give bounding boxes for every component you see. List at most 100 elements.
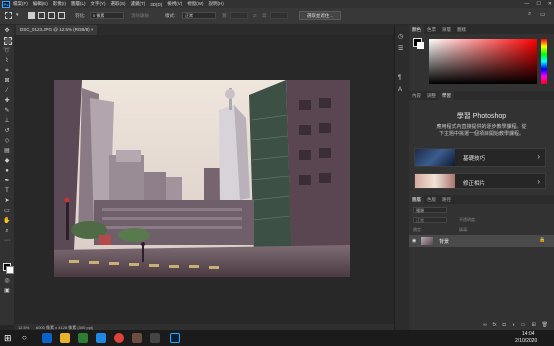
subtract-selection-icon[interactable] [48,12,55,19]
search-icon[interactable]: ⌕ [528,11,531,18]
width-input[interactable] [230,12,248,19]
hand-tool-icon[interactable]: ✋ [3,217,11,225]
menu-edit[interactable]: 編輯(E) [33,1,48,7]
rectangle-tool-icon[interactable]: ▭ [3,207,11,215]
eyedropper-tool-icon[interactable]: ⁄ [3,87,11,95]
menu-image[interactable]: 影像(I) [53,1,66,7]
lasso-tool-icon[interactable]: ➰ [3,47,11,55]
more-tools-icon[interactable]: ⋯ [3,237,11,245]
menu-type[interactable]: 文字(Y) [91,1,106,7]
menu-window[interactable]: 視窗(W) [187,1,203,7]
tab-learn[interactable]: 學習 [439,91,454,100]
photoshop-logo[interactable]: Ps [2,0,10,8]
adjustment-icon[interactable]: ◑ [512,322,515,328]
path-selection-tool-icon[interactable]: ➤ [3,197,11,205]
layer-row-background[interactable]: ◉ 背景 🔒 [409,235,554,247]
character-icon[interactable]: A [398,87,402,93]
app-icon[interactable] [150,333,160,343]
fx-icon[interactable]: fx [493,322,497,328]
crop-tool-icon[interactable]: ⌗ [3,67,11,75]
tab-color[interactable]: 顏色 [409,25,424,34]
quick-selection-tool-icon[interactable]: ⌇ [3,57,11,65]
file-explorer-icon[interactable] [60,333,70,343]
healing-brush-tool-icon[interactable]: ✚ [3,97,11,105]
tab-properties[interactable]: 內容 [409,91,424,100]
move-tool-icon[interactable]: ✥ [3,27,11,35]
gradient-tool-icon[interactable]: ▤ [3,147,11,155]
color-picker-field[interactable] [429,39,537,84]
dodge-tool-icon[interactable]: ● [3,167,11,175]
properties-icon[interactable]: ☰ [398,45,403,52]
background-color-swatch[interactable] [6,266,14,274]
swap-icon[interactable]: ⇄ [253,13,257,19]
menu-filter[interactable]: 濾鏡(T) [131,1,146,7]
tab-channels[interactable]: 色版 [424,195,439,204]
marquee-tool-icon[interactable] [5,12,12,19]
chevron-down-icon[interactable]: ▾ [16,13,21,18]
document-tab[interactable]: DSC_0123.JPG @ 12.5% (RGB/8) × [16,25,98,35]
learn-card-basics[interactable]: 基礎技巧 › [414,148,546,167]
tab-layers[interactable]: 圖層 [409,195,424,204]
link-icon[interactable]: ∞ [483,322,487,328]
trash-icon[interactable]: 🗑 [542,322,548,328]
feather-input[interactable]: 0 像素 [90,12,124,19]
menu-view[interactable]: 檢視(V) [167,1,182,7]
close-button[interactable]: ✕ [548,1,552,7]
minimize-button[interactable]: — [524,1,529,7]
maximize-button[interactable]: ☐ [536,1,540,7]
app-icon[interactable] [78,333,88,343]
new-layer-icon[interactable]: ⊞ [531,322,535,328]
tab-paths[interactable]: 路徑 [439,195,454,204]
windows-icon[interactable]: ⊞ [4,333,12,344]
screen-mode-icon[interactable]: ▣ [3,287,11,295]
history-brush-tool-icon[interactable]: ↺ [3,127,11,135]
app-icon[interactable] [96,333,106,343]
antialias-checkbox[interactable]: 消除鋸齒 [131,13,149,19]
hue-slider[interactable] [541,39,547,84]
tab-swatches[interactable]: 色票 [424,25,439,34]
menu-layer[interactable]: 圖層(L) [71,1,86,7]
select-and-mask-button[interactable]: 選取並遮住... [299,11,341,20]
zoom-tool-icon[interactable]: ⌕ [3,227,11,235]
search-icon[interactable]: ○ [22,333,27,342]
type-tool-icon[interactable]: T [3,187,11,195]
intersect-selection-icon[interactable] [58,12,65,19]
tab-adjustments[interactable]: 調整 [424,91,439,100]
tab-gradients[interactable]: 漸層 [439,25,454,34]
eye-icon[interactable]: ◉ [412,238,416,244]
quick-mask-icon[interactable]: ◎ [3,277,11,285]
menu-select[interactable]: 選取(S) [111,1,126,7]
taskbar-date[interactable]: 2/10/2020 [515,338,537,344]
rectangular-marquee-tool-icon[interactable] [4,37,12,45]
pen-tool-icon[interactable]: ✒ [3,177,11,185]
app-icon[interactable] [132,333,142,343]
photoshop-icon[interactable] [170,333,180,343]
blend-mode-select[interactable]: 正常 [413,217,447,223]
paragraph-icon[interactable]: ¶ [398,75,401,81]
brush-tool-icon[interactable]: ✎ [3,107,11,115]
tab-patterns[interactable]: 圖樣 [454,25,469,34]
color-background-swatch[interactable] [417,42,424,49]
style-select[interactable]: 正常 [182,12,216,19]
menu-help[interactable]: 說明(H) [209,1,224,7]
clone-stamp-tool-icon[interactable]: ⊥ [3,117,11,125]
canvas-area[interactable] [14,35,393,324]
height-input[interactable] [270,12,288,19]
frame-tool-icon[interactable]: ⊠ [3,77,11,85]
new-selection-icon[interactable] [28,12,35,19]
menu-3d[interactable]: 3D(D) [150,2,162,7]
eraser-tool-icon[interactable]: ◇ [3,137,11,145]
menu-file[interactable]: 檔案(F) [13,1,28,7]
history-icon[interactable]: ◷ [398,33,403,40]
taskbar-time[interactable]: 14:04 [522,331,535,337]
edge-icon[interactable] [42,333,52,343]
mask-icon[interactable]: ◘ [503,322,506,328]
city-street-photo[interactable] [54,80,350,277]
layer-kind-filter[interactable]: 種類 [413,207,447,213]
learn-card-fix-photos[interactable]: 修正相片 › [414,173,546,189]
add-selection-icon[interactable] [38,12,45,19]
blur-tool-icon[interactable]: ◆ [3,157,11,165]
chrome-icon[interactable] [114,333,124,343]
folder-icon[interactable]: ▭ [521,322,526,328]
workspace-icon[interactable]: ▭ [540,11,546,18]
